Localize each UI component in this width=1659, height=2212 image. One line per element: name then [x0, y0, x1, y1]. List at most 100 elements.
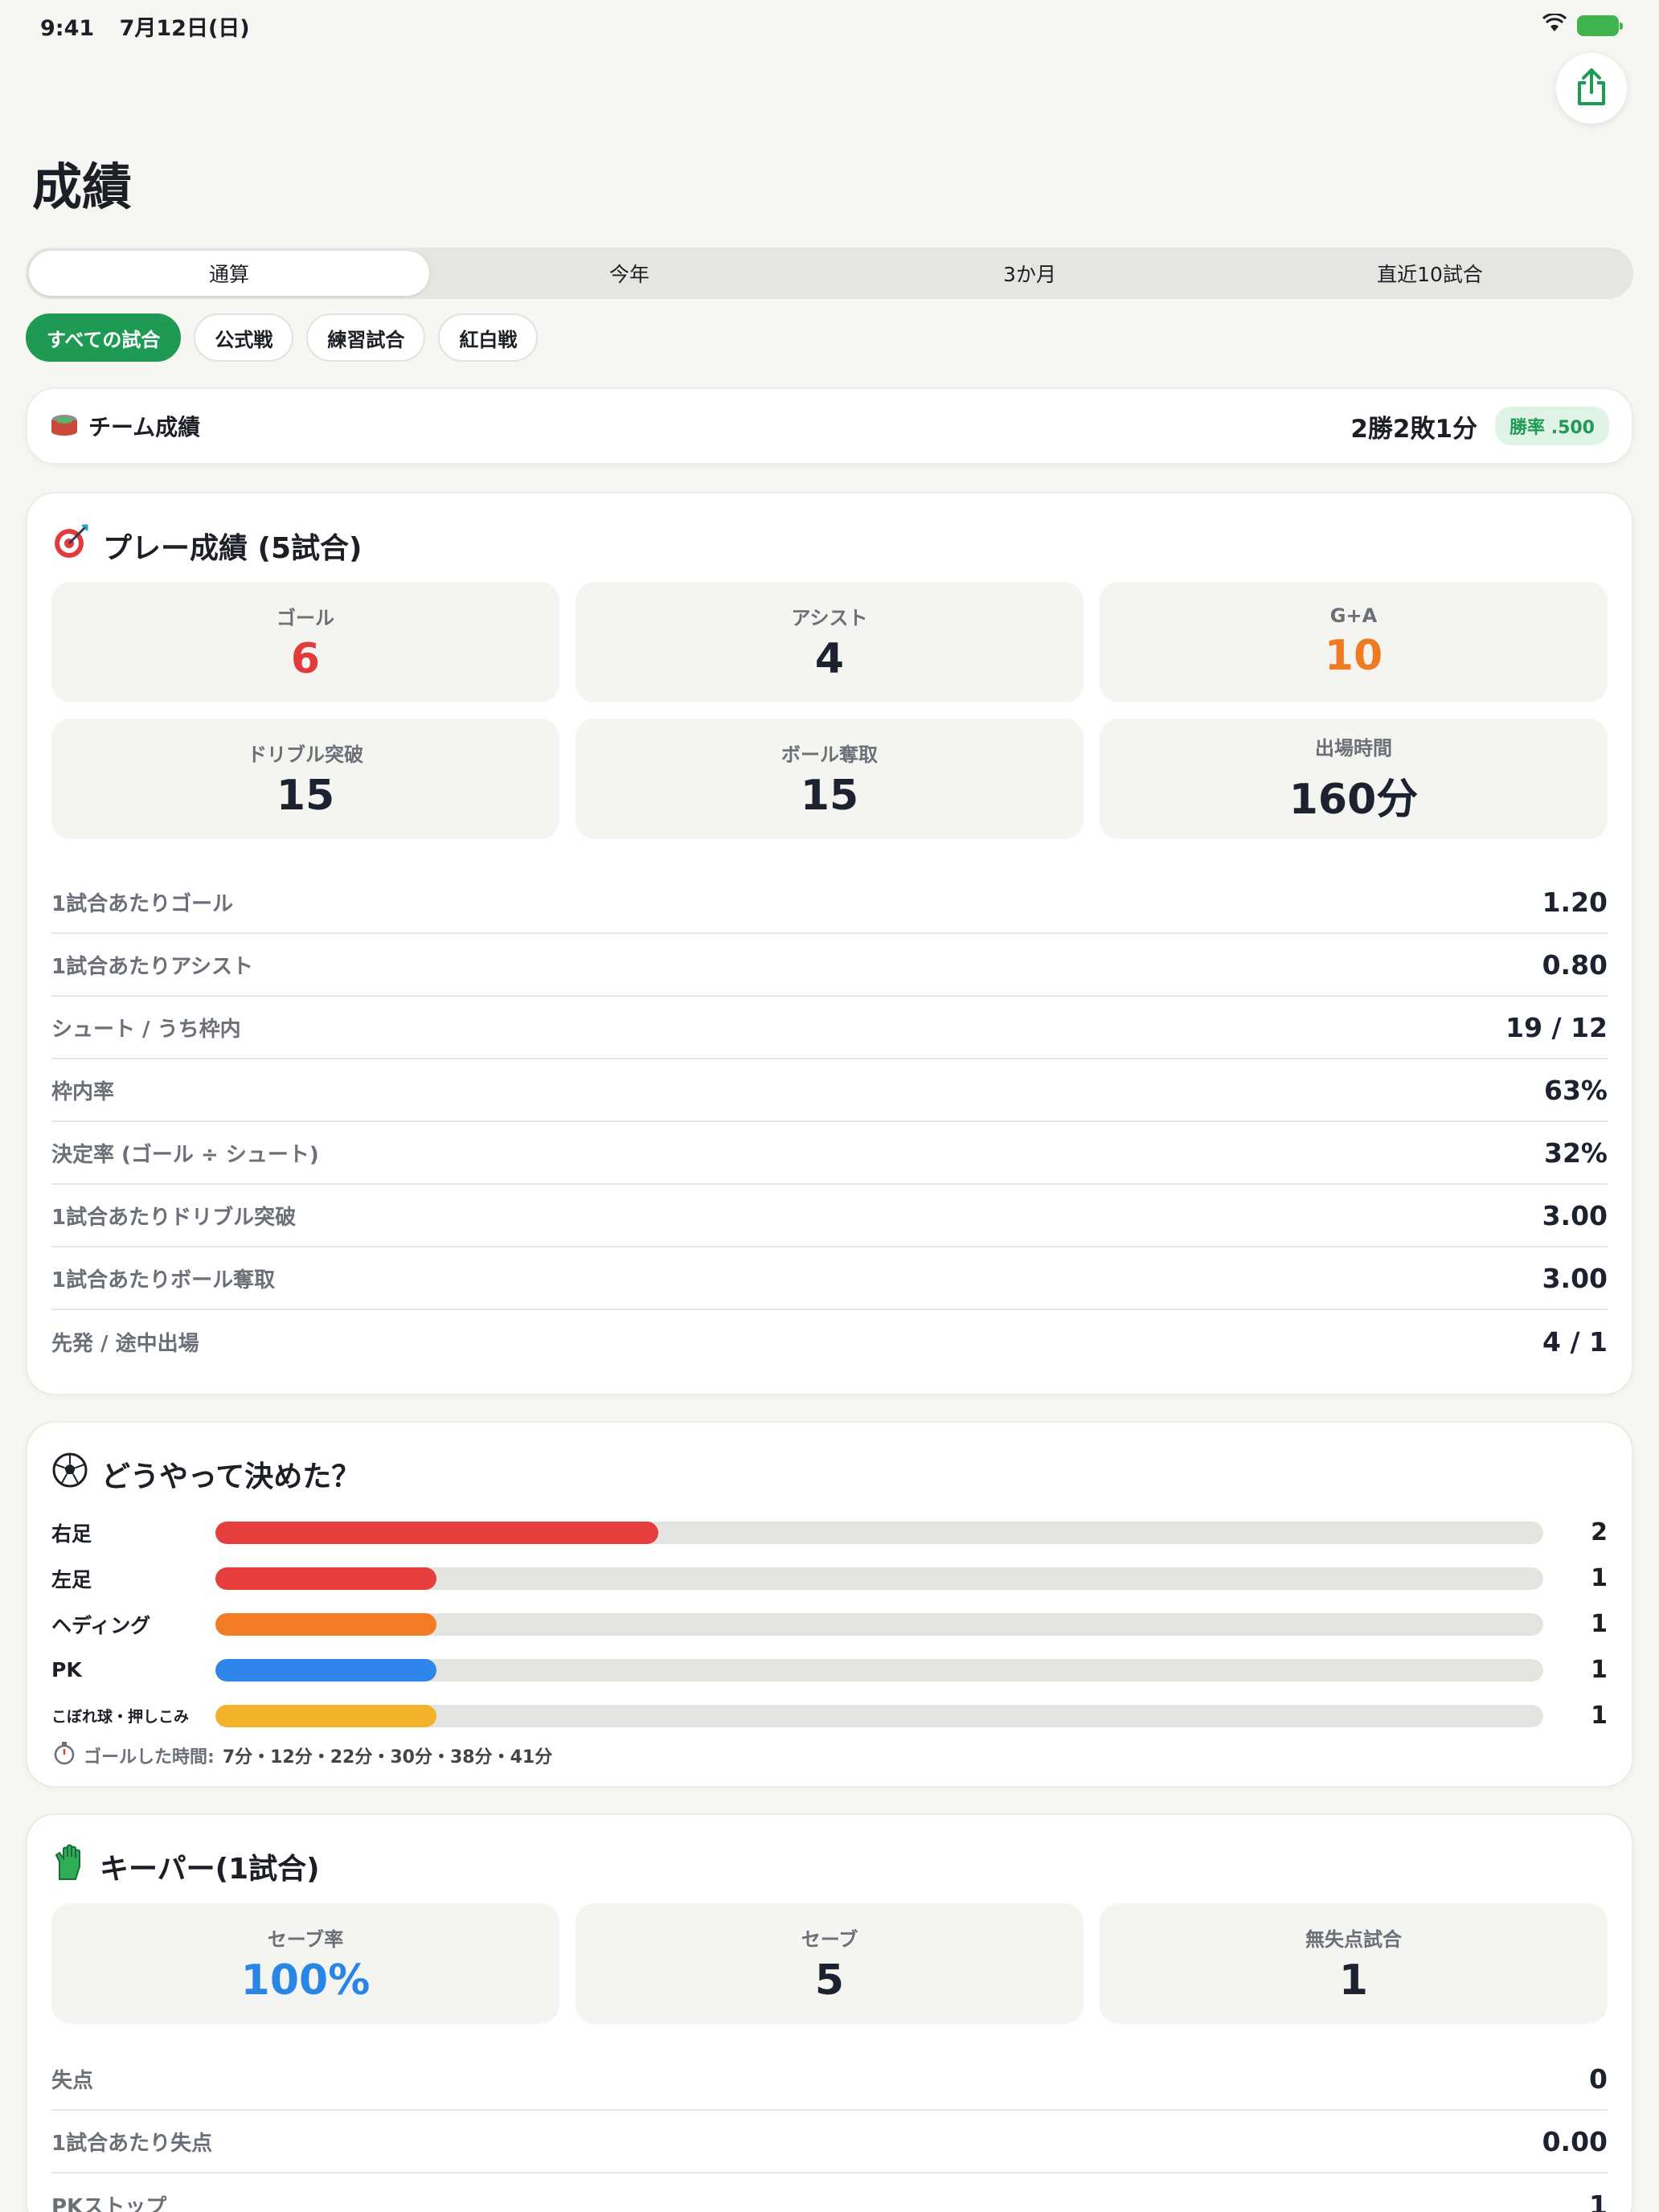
goal-method-count: 1 [1591, 1610, 1608, 1638]
filter-official[interactable]: 公式戦 [194, 313, 294, 362]
stadium-icon [50, 411, 79, 442]
goal-method-row: 左足 1 [51, 1555, 1608, 1601]
stat-tile-label: セーブ率 [267, 1927, 344, 1951]
goal-method-row: こぼれ球・押しこみ 1 [51, 1693, 1608, 1739]
stat-row-value: 19 / 12 [1505, 1011, 1608, 1043]
keeper-heading: キーパー(1試合) [100, 1852, 320, 1886]
segment-this-year[interactable]: 今年 [429, 251, 830, 296]
stat-tile-value: 100% [240, 1956, 371, 2005]
goal-method-fill [215, 1521, 658, 1544]
goalkeeper-glove-icon [51, 1844, 87, 1888]
goal-times: ゴールした時間: 7分・12分・22分・30分・38分・41分 [53, 1741, 552, 1770]
period-segmented-control: 通算 今年 3か月 直近10試合 [26, 248, 1633, 299]
goal-method-count: 1 [1591, 1656, 1608, 1684]
goal-method-heading: どうやって決めた？ [101, 1460, 361, 1493]
stat-tile-value: 4 [814, 634, 845, 683]
stat-row-label: 1試合あたりゴール [51, 891, 234, 916]
stat-row-label: 1試合あたりドリブル突破 [51, 1205, 297, 1230]
goal-times-values: 7分・12分・22分・30分・38分・41分 [222, 1747, 553, 1768]
stat-row: PKストップ 1 [51, 2173, 1608, 2212]
status-bar: 9:41 7月12日(日) [0, 0, 1659, 51]
filter-practice[interactable]: 練習試合 [306, 313, 426, 362]
stat-row-value: 3.00 [1542, 1262, 1608, 1294]
team-record-card[interactable]: チーム成績 2勝2敗1分 勝率 .500 [26, 387, 1633, 465]
stat-tile-label: アシスト [791, 606, 868, 629]
stat-row: 1試合あたりドリブル突破 3.00 [51, 1185, 1608, 1247]
segment-three-months[interactable]: 3か月 [830, 251, 1230, 296]
stat-row-label: 決定率 (ゴール ÷ シュート) [51, 1142, 319, 1167]
stat-tile-save-rate: セーブ率 100% [51, 1903, 559, 2024]
stat-row: 枠内率 63% [51, 1059, 1608, 1122]
wifi-icon [1542, 12, 1567, 39]
stat-tile-label: G+A [1329, 604, 1378, 627]
stat-tile-label: ドリブル突破 [248, 743, 363, 766]
play-stats-title: プレー成績 (5試合) [51, 522, 363, 568]
stat-row: 先発 / 途中出場 4 / 1 [51, 1310, 1608, 1373]
goal-method-label: PK [51, 1658, 82, 1682]
stat-tile-label: 出場時間 [1315, 737, 1392, 760]
status-date: 7月12日(日) [119, 15, 250, 41]
stat-row: 1試合あたりボール奪取 3.00 [51, 1247, 1608, 1310]
team-record-label: チーム成績 [88, 414, 201, 440]
stat-tile-value: 160分 [1288, 776, 1419, 824]
play-stat-rows: 1試合あたりゴール 1.20 1試合あたりアシスト 0.80 シュート / うち… [51, 871, 1608, 1373]
stat-row-value: 4 / 1 [1542, 1325, 1608, 1358]
stat-tile-dribbles: ドリブル突破 15 [51, 719, 559, 839]
team-record-title: チーム成績 [50, 410, 1350, 442]
stat-row-label: シュート / うち枠内 [51, 1017, 241, 1042]
stat-row-value: 0.80 [1542, 948, 1608, 981]
goal-method-count: 1 [1591, 1702, 1608, 1730]
stat-row-label: 先発 / 途中出場 [51, 1331, 199, 1356]
stat-row: 1試合あたりアシスト 0.80 [51, 934, 1608, 997]
segment-all-time[interactable]: 通算 [29, 251, 429, 296]
goal-method-row: PK 1 [51, 1647, 1608, 1693]
status-time: 9:41 [40, 15, 95, 41]
stat-tile-goals-plus-assists: G+A 10 [1100, 582, 1608, 703]
goal-method-row: 右足 2 [51, 1509, 1608, 1555]
stat-row: 1試合あたりゴール 1.20 [51, 871, 1608, 934]
stat-row-value: 0.00 [1542, 2125, 1608, 2157]
stat-tile-value: 5 [814, 1956, 845, 2005]
stat-tile-value: 15 [276, 771, 335, 820]
play-stat-tiles: ゴール 6 アシスト 4 G+A 10 ドリブル突破 15 ボール奪取 15 出… [51, 582, 1608, 839]
goal-method-title: どうやって決めた？ [51, 1452, 360, 1496]
stat-row: 決定率 (ゴール ÷ シュート) 32% [51, 1122, 1608, 1185]
share-button[interactable] [1556, 53, 1627, 124]
stat-tile-clean-sheets: 無失点試合 1 [1100, 1903, 1608, 2024]
match-type-filters: すべての試合 公式戦 練習試合 紅白戦 [26, 313, 539, 362]
goal-method-fill [215, 1658, 437, 1682]
stat-tile-value: 10 [1324, 632, 1383, 680]
stat-tile-value: 1 [1338, 1956, 1369, 2005]
play-stats-heading: プレー成績 (5試合) [103, 531, 363, 565]
stat-row-label: 1試合あたり失点 [51, 2131, 213, 2156]
stat-row-value: 63% [1544, 1074, 1608, 1106]
goal-method-count: 1 [1591, 1564, 1608, 1592]
stat-tile-recoveries: ボール奪取 15 [576, 719, 1083, 839]
goal-method-label: ヘディング [51, 1613, 151, 1637]
stopwatch-icon [53, 1741, 76, 1770]
goal-method-fill [215, 1567, 437, 1590]
keeper-stat-rows: 失点 0 1試合あたり失点 0.00 PKストップ 1 [51, 2048, 1608, 2212]
win-rate-badge: 勝率 .500 [1495, 407, 1609, 445]
stat-tile-value: 15 [800, 771, 859, 820]
status-left: 9:41 7月12日(日) [40, 10, 268, 42]
goal-method-track [215, 1521, 1543, 1544]
stat-row: シュート / うち枠内 19 / 12 [51, 997, 1608, 1059]
filter-intrasquad[interactable]: 紅白戦 [438, 313, 539, 362]
goal-method-bars: 右足 2 左足 1 ヘディング 1 PK 1 こぼれ球・押しこみ 1 [51, 1509, 1608, 1739]
segment-last-10[interactable]: 直近10試合 [1230, 251, 1630, 296]
stat-row: 1試合あたり失点 0.00 [51, 2111, 1608, 2173]
goal-method-label: 右足 [51, 1522, 92, 1546]
stat-row-value: 0 [1589, 2062, 1608, 2095]
stat-tile-assists: アシスト 4 [576, 582, 1083, 703]
stat-tile-minutes: 出場時間 160分 [1100, 719, 1608, 839]
play-stats-card: プレー成績 (5試合) ゴール 6 アシスト 4 G+A 10 ドリブル突破 1… [26, 492, 1633, 1395]
goal-method-track [215, 1612, 1543, 1636]
stat-tile-label: セーブ [801, 1927, 858, 1951]
goal-method-row: ヘディング 1 [51, 1601, 1608, 1647]
filter-all-matches[interactable]: すべての試合 [26, 313, 182, 362]
stat-tile-value: 6 [290, 634, 321, 683]
soccer-ball-icon [51, 1452, 88, 1496]
goal-method-fill [215, 1612, 437, 1636]
stat-row-label: 枠内率 [51, 1079, 115, 1104]
